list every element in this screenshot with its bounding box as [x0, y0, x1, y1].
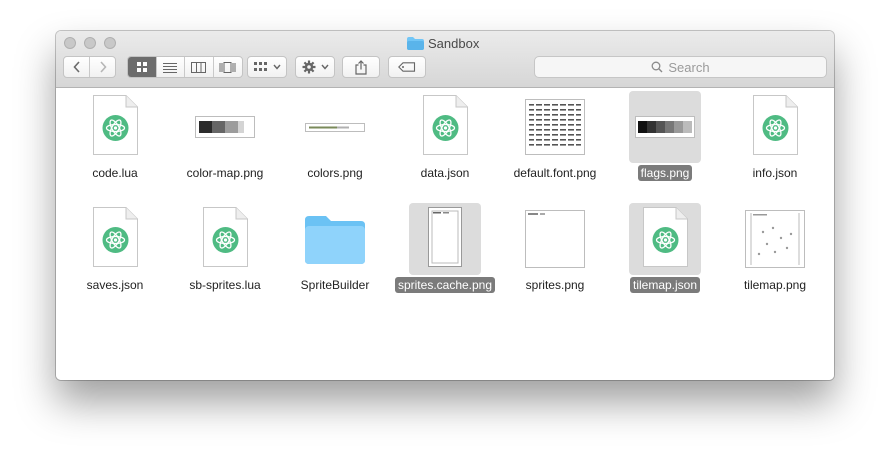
tag-icon	[398, 62, 416, 72]
atom-doc-icon	[629, 203, 701, 275]
atom-doc-icon	[739, 91, 811, 163]
file-item-tilemap-png[interactable]: tilemap.png	[720, 203, 830, 294]
image-thumb-icon	[629, 91, 701, 163]
file-item-code-lua[interactable]: code.lua	[60, 91, 170, 182]
list-icon	[163, 62, 178, 73]
file-item-flags-png[interactable]: flags.png	[610, 91, 720, 182]
file-item-spritebuilder-folder[interactable]: SpriteBuilder	[280, 203, 390, 294]
file-label: color-map.png	[186, 166, 264, 180]
arrange-icon	[253, 62, 267, 71]
zoom-button[interactable]	[104, 37, 116, 49]
file-label: tilemap.png	[743, 278, 807, 292]
file-label: data.json	[420, 166, 470, 180]
file-item-default-font-png[interactable]: default.font.png	[500, 91, 610, 182]
image-thumb-icon	[519, 203, 591, 275]
column-view-button[interactable]	[185, 57, 214, 77]
window-title: Sandbox	[407, 35, 479, 51]
file-label: info.json	[752, 166, 798, 180]
chevron-right-icon	[99, 61, 107, 73]
file-label: colors.png	[307, 166, 363, 180]
gear-icon	[302, 60, 315, 74]
columns-icon	[191, 61, 207, 73]
folder-icon	[407, 36, 424, 50]
image-thumb-icon	[409, 203, 481, 275]
file-label: flags.png	[637, 165, 693, 181]
file-item-sb-sprites-lua[interactable]: sb-sprites.lua	[170, 203, 280, 294]
file-item-tilemap-json[interactable]: tilemap.json	[610, 203, 720, 294]
file-item-saves-json[interactable]: saves.json	[60, 203, 170, 294]
atom-doc-icon	[79, 91, 151, 163]
icon-view-button[interactable]	[128, 57, 157, 77]
back-button[interactable]	[64, 57, 90, 77]
file-item-sprites-png[interactable]: sprites.png	[500, 203, 610, 294]
search-icon	[651, 61, 663, 73]
file-label: saves.json	[86, 278, 144, 292]
chevron-down-icon	[272, 64, 281, 70]
share-icon	[355, 59, 367, 75]
file-label: default.font.png	[513, 166, 597, 180]
search-placeholder: Search	[668, 59, 710, 75]
minimize-button[interactable]	[84, 37, 96, 49]
close-button[interactable]	[64, 37, 76, 49]
nav-buttons	[63, 56, 116, 78]
finder-window: Sandbox Search code.lua color-map.png co…	[56, 31, 834, 380]
file-item-color-map-png[interactable]: color-map.png	[170, 91, 280, 182]
list-view-button[interactable]	[157, 57, 185, 77]
file-item-colors-png[interactable]: colors.png	[280, 91, 390, 182]
atom-doc-icon	[189, 203, 261, 275]
image-thumb-icon	[299, 91, 371, 163]
image-thumb-icon	[189, 91, 261, 163]
atom-doc-icon	[409, 91, 481, 163]
image-thumb-icon	[739, 203, 811, 275]
atom-doc-icon	[79, 203, 151, 275]
file-label: tilemap.json	[629, 277, 701, 293]
share-button[interactable]	[342, 56, 380, 78]
tags-button[interactable]	[388, 56, 426, 78]
file-label: code.lua	[92, 166, 138, 180]
view-mode-control	[127, 56, 243, 78]
arrange-button[interactable]	[247, 56, 287, 78]
file-label: sb-sprites.lua	[189, 278, 261, 292]
file-item-info-json[interactable]: info.json	[720, 91, 830, 182]
grid-icon	[136, 62, 147, 72]
forward-button[interactable]	[90, 57, 115, 77]
image-thumb-icon	[519, 91, 591, 163]
action-button[interactable]	[295, 56, 335, 78]
chevron-left-icon	[72, 61, 80, 73]
toolbar: Sandbox Search	[56, 31, 834, 88]
file-item-sprites-cache-png[interactable]: sprites.cache.png	[390, 203, 500, 294]
coverflow-view-button[interactable]	[214, 57, 242, 77]
window-title-text: Sandbox	[428, 35, 480, 51]
coverflow-icon	[219, 61, 236, 73]
file-item-data-json[interactable]: data.json	[390, 91, 500, 182]
file-label: sprites.cache.png	[394, 277, 496, 293]
file-label: sprites.png	[525, 278, 585, 292]
search-field[interactable]: Search	[534, 56, 827, 78]
folder-icon	[299, 203, 371, 275]
file-grid: code.lua color-map.png colors.png data.j…	[56, 88, 834, 380]
chevron-down-icon	[320, 64, 329, 70]
file-label: SpriteBuilder	[300, 278, 370, 292]
